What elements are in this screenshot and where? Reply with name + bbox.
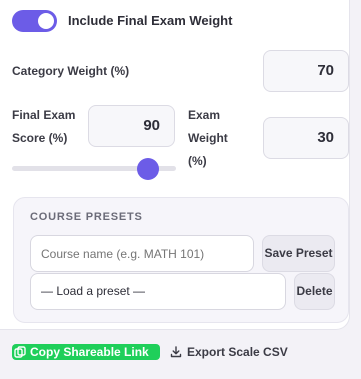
exam-weight-input[interactable]: 30 [263,117,349,159]
copy-shareable-link-button[interactable]: Copy Shareable Link [12,344,160,360]
final-exam-score-input[interactable]: 90 [88,105,175,147]
export-scale-csv-label: Export Scale CSV [187,345,288,359]
slider-thumb[interactable] [136,158,159,180]
course-presets-panel: COURSE PRESETS Save Preset — Load a pres… [13,197,349,323]
copy-icon [14,346,26,358]
download-icon [170,346,182,358]
final-exam-weight-toggle[interactable] [12,10,57,32]
grading-settings-card: Include Final Exam Weight Category Weigh… [0,0,350,330]
final-exam-score-label-line1: Final Exam [12,108,76,122]
toggle-label: Include Final Exam Weight [68,13,233,28]
exam-weight-label-line2: Weight [188,131,228,145]
category-weight-input[interactable]: 70 [263,50,349,92]
export-scale-csv-button[interactable]: Export Scale CSV [166,341,292,363]
final-exam-score-slider[interactable] [12,158,176,180]
course-presets-title: COURSE PRESETS [30,211,143,223]
copy-shareable-link-label: Copy Shareable Link [30,345,149,359]
exam-weight-label-line3: (%) [188,154,207,168]
load-preset-select[interactable]: — Load a preset — [30,273,286,310]
category-weight-label: Category Weight (%) [12,64,130,78]
exam-weight-label-line1: Exam [188,108,221,122]
final-exam-score-label-line2: Score (%) [12,131,68,145]
toggle-knob [38,13,54,29]
delete-preset-button[interactable]: Delete [294,273,335,310]
course-name-input[interactable] [30,235,254,272]
save-preset-button[interactable]: Save Preset [262,235,335,272]
